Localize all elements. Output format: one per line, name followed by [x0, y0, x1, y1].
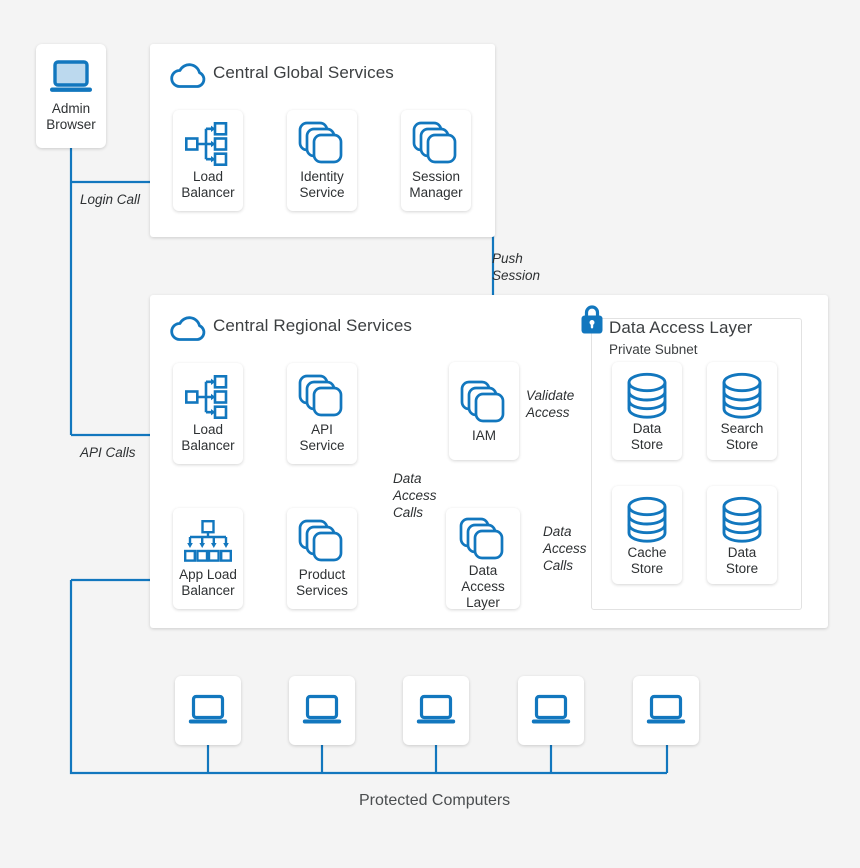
- laptop-icon: [289, 694, 355, 728]
- database-icon: [707, 495, 777, 545]
- node-label: Data Store: [725, 545, 759, 576]
- node-data-store-2[interactable]: Data Store: [707, 486, 777, 584]
- caption-data-access-calls-right: Data Access Calls: [543, 524, 587, 573]
- node-label: Identity Service: [299, 169, 345, 200]
- node-label: App Load Balancer: [179, 567, 237, 598]
- node-cache-store[interactable]: Cache Store: [612, 486, 682, 584]
- node-app-load-balancer[interactable]: App Load Balancer: [173, 508, 243, 609]
- stacked-services-icon: [446, 517, 520, 563]
- node-label: Admin Browser: [46, 101, 96, 132]
- group-title-central-global-services: Central Global Services: [213, 63, 394, 82]
- node-protected-computer-1[interactable]: [175, 676, 241, 745]
- node-label: Load Balancer: [181, 169, 235, 200]
- diagram-canvas: Admin Browser Central Global Services Lo…: [0, 0, 860, 868]
- app-load-balancer-icon: [173, 517, 243, 567]
- node-session-manager[interactable]: Session Manager: [401, 110, 471, 211]
- node-protected-computer-3[interactable]: [403, 676, 469, 745]
- node-data-store-1[interactable]: Data Store: [612, 362, 682, 460]
- caption-api-calls: API Calls: [80, 445, 136, 460]
- cloud-icon: [170, 62, 206, 94]
- subnet-subtitle: Private Subnet: [609, 342, 698, 357]
- node-data-access-layer[interactable]: Data Access Layer: [446, 508, 520, 610]
- database-icon: [612, 371, 682, 421]
- node-product-services[interactable]: Product Services: [287, 508, 357, 609]
- node-label: API Service: [299, 422, 345, 453]
- protected-computers-label: Protected Computers: [359, 792, 511, 809]
- laptop-icon: [518, 694, 584, 728]
- node-global-load-balancer[interactable]: Load Balancer: [173, 110, 243, 211]
- group-title-central-regional-services: Central Regional Services: [213, 316, 413, 335]
- stacked-services-icon: [287, 119, 357, 169]
- laptop-icon: [403, 694, 469, 728]
- lock-icon: [578, 303, 606, 342]
- node-admin-browser[interactable]: Admin Browser: [36, 44, 106, 148]
- node-iam[interactable]: IAM: [449, 362, 519, 460]
- stacked-services-icon: [287, 372, 357, 422]
- caption-validate-access: Validate Access: [526, 388, 575, 420]
- node-label: Data Store: [630, 421, 664, 452]
- node-label: Session Manager: [409, 169, 463, 200]
- laptop-icon: [633, 694, 699, 728]
- node-label: IAM: [471, 428, 496, 443]
- database-icon: [707, 371, 777, 421]
- node-label: Data Access Layer: [461, 563, 505, 610]
- caption-data-access-calls-left: Data Access Calls: [393, 471, 437, 520]
- node-protected-computer-4[interactable]: [518, 676, 584, 745]
- node-search-store[interactable]: Search Store: [707, 362, 777, 460]
- load-balancer-icon: [173, 372, 243, 422]
- caption-login-call: Login Call: [80, 192, 141, 207]
- database-icon: [612, 495, 682, 545]
- node-regional-load-balancer[interactable]: Load Balancer: [173, 363, 243, 464]
- node-identity-service[interactable]: Identity Service: [287, 110, 357, 211]
- node-label: Load Balancer: [181, 422, 235, 453]
- node-protected-computer-5[interactable]: [633, 676, 699, 745]
- stacked-services-icon: [401, 119, 471, 169]
- node-api-service[interactable]: API Service: [287, 363, 357, 464]
- node-label: Product Services: [296, 567, 348, 598]
- caption-push-session: Push Session: [492, 251, 541, 283]
- stacked-services-icon: [287, 517, 357, 567]
- node-label: Search Store: [720, 421, 764, 452]
- laptop-icon: [36, 55, 106, 101]
- node-protected-computer-2[interactable]: [289, 676, 355, 745]
- laptop-icon: [175, 694, 241, 728]
- node-label: Cache Store: [627, 545, 667, 576]
- load-balancer-icon: [173, 119, 243, 169]
- subnet-title: Data Access Layer: [609, 318, 753, 337]
- stacked-services-icon: [449, 378, 519, 428]
- cloud-icon: [170, 315, 206, 347]
